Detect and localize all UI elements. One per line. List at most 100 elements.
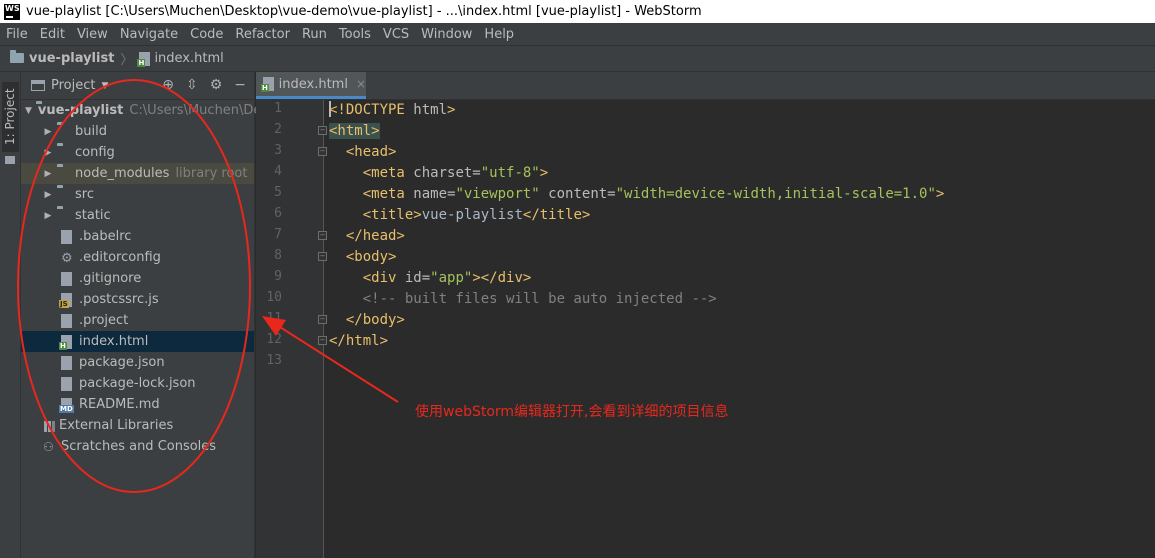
code-line-3: <head> (345, 144, 397, 160)
tab-index-html[interactable]: H index.html × (256, 72, 366, 99)
folder-icon (57, 209, 73, 223)
code-line-12: </html> (329, 333, 389, 349)
tree-item-package-lock-json[interactable]: package-lock.json (21, 373, 254, 394)
menu-tools[interactable]: Tools (333, 27, 377, 42)
fold-end-marker-icon[interactable]: − (318, 231, 327, 240)
menu-edit[interactable]: Edit (34, 27, 71, 42)
scratches-icon: ⚇ (43, 439, 54, 454)
menu-view[interactable]: View (71, 27, 114, 42)
file-icon (61, 229, 77, 244)
menu-help[interactable]: Help (478, 27, 520, 42)
code-editor[interactable]: <!DOCTYPE html> <html> <head> <meta char… (329, 100, 1149, 558)
js-file-icon: JS (59, 292, 77, 308)
collapse-arrow-icon[interactable]: ▶ (43, 148, 53, 158)
tree-item-babelrc[interactable]: .babelrc (21, 226, 254, 247)
collapse-arrow-icon[interactable]: ▶ (43, 211, 53, 221)
menu-file[interactable]: File (0, 27, 34, 42)
tree-item-scratches[interactable]: ⚇ Scratches and Consoles (21, 436, 254, 457)
code-line-11: </body> (345, 312, 405, 328)
tree-item-node-modules[interactable]: ▶ node_modules library root (21, 163, 254, 184)
code-line-8: <body> (345, 249, 397, 265)
fold-marker-icon[interactable]: − (318, 252, 327, 261)
fold-end-marker-icon[interactable]: − (318, 336, 327, 345)
chevron-down-icon[interactable]: ▼ (101, 81, 108, 91)
window-title: vue-playlist [C:\Users\Muchen\Desktop\vu… (26, 4, 702, 19)
line-number: 10 (266, 290, 282, 305)
collapse-arrow-icon[interactable]: ▶ (43, 190, 53, 200)
gear-icon: ⚙ (61, 250, 73, 266)
menu-run[interactable]: Run (296, 27, 333, 42)
folder-icon (57, 125, 73, 139)
line-number: 5 (274, 185, 282, 200)
code-line-5: <meta name="viewport" content="width=dev… (362, 186, 945, 202)
tree-item-postcssrc[interactable]: JS .postcssrc.js (21, 289, 254, 310)
breadcrumb-file[interactable]: index.html (154, 51, 223, 66)
tree-item-readme[interactable]: MD README.md (21, 394, 254, 415)
scroll-from-source-icon[interactable]: ⊕ (162, 77, 174, 93)
tree-item-index-html[interactable]: H index.html (21, 331, 254, 352)
fold-marker-icon[interactable]: − (318, 147, 327, 156)
folder-icon (10, 50, 24, 67)
menu-code[interactable]: Code (184, 27, 229, 42)
tree-item-external-libraries[interactable]: External Libraries (21, 415, 254, 436)
collapse-arrow-icon[interactable]: ▶ (43, 169, 53, 179)
file-icon (61, 313, 77, 328)
collapse-all-icon[interactable]: ⇳ (186, 77, 198, 93)
menu-bar: File Edit View Navigate Code Refactor Ru… (0, 23, 1155, 45)
menu-navigate[interactable]: Navigate (114, 27, 184, 42)
html-file-icon: H (261, 77, 274, 92)
html-file-icon: H (59, 334, 77, 350)
code-line-1: <!DOCTYPE html> (329, 101, 456, 118)
folder-icon (57, 167, 73, 181)
editor-gutter: 1 2 3 4 5 6 7 8 9 10 11 12 13 − − − − − … (256, 100, 327, 558)
webstorm-logo-icon: WS (4, 3, 20, 20)
fold-end-marker-icon[interactable]: − (318, 315, 327, 324)
close-icon[interactable]: × (356, 77, 366, 91)
menu-window[interactable]: Window (415, 27, 478, 42)
menu-refactor[interactable]: Refactor (229, 27, 296, 42)
folder-icon (5, 156, 15, 164)
json-file-icon (61, 355, 77, 370)
breadcrumb-project[interactable]: vue-playlist (29, 51, 114, 66)
menu-vcs[interactable]: VCS (377, 27, 415, 42)
left-tool-stripe: 1: Project (0, 72, 21, 558)
line-number: 8 (274, 248, 282, 263)
tree-item-config[interactable]: ▶ config (21, 142, 254, 163)
line-number: 1 (274, 101, 282, 116)
tree-item-build[interactable]: ▶ build (21, 121, 254, 142)
code-line-9: <div id="app"></div> (362, 270, 532, 286)
expand-arrow-icon[interactable]: ▼ (25, 106, 32, 116)
tree-item-package-json[interactable]: package.json (21, 352, 254, 373)
project-view-selector[interactable]: Project (51, 78, 95, 93)
code-line-6: <title>vue-playlist</title> (362, 207, 591, 223)
library-icon (43, 419, 57, 433)
gear-icon[interactable]: ⚙ (210, 77, 223, 93)
hide-panel-icon[interactable]: − (234, 77, 246, 93)
project-panel: Project ▼ ⊕ ⇳ ⚙ − ▼ vue-playlist C:\User… (21, 72, 261, 558)
json-file-icon (61, 376, 77, 391)
code-line-10: <!-- built files will be auto injected -… (362, 291, 717, 307)
collapse-arrow-icon[interactable]: ▶ (43, 127, 53, 137)
window-title-bar: WS vue-playlist [C:\Users\Muchen\Desktop… (0, 0, 1155, 23)
line-number: 3 (274, 143, 282, 158)
tree-item-project-file[interactable]: .project (21, 310, 254, 331)
markdown-file-icon: MD (59, 397, 77, 413)
line-number: 7 (274, 227, 282, 242)
navigation-bar: vue-playlist 〉 H index.html (0, 45, 1155, 72)
tree-item-vue-playlist[interactable]: ▼ vue-playlist C:\Users\Muchen\De (21, 100, 261, 121)
project-tool-label: 1: Project (3, 88, 17, 146)
tree-item-src[interactable]: ▶ src (21, 184, 254, 205)
annotation-text: 使用webStorm编辑器打开,会看到详细的项目信息 (415, 404, 729, 420)
code-line-2: <html> (329, 123, 380, 139)
html-file-icon: H (137, 51, 151, 67)
code-line-4: <meta charset="utf-8"> (362, 165, 549, 181)
tree-item-static[interactable]: ▶ static (21, 205, 254, 226)
project-view-icon (31, 80, 45, 91)
fold-marker-icon[interactable]: − (318, 126, 327, 135)
tree-item-gitignore[interactable]: .gitignore (21, 268, 254, 289)
editor-tab-bar: H index.html × (256, 72, 1155, 100)
line-number: 2 (274, 122, 282, 137)
project-tool-button[interactable]: 1: Project (2, 82, 19, 152)
line-number: 4 (274, 164, 282, 179)
tree-item-editorconfig[interactable]: ⚙ .editorconfig (21, 247, 254, 268)
